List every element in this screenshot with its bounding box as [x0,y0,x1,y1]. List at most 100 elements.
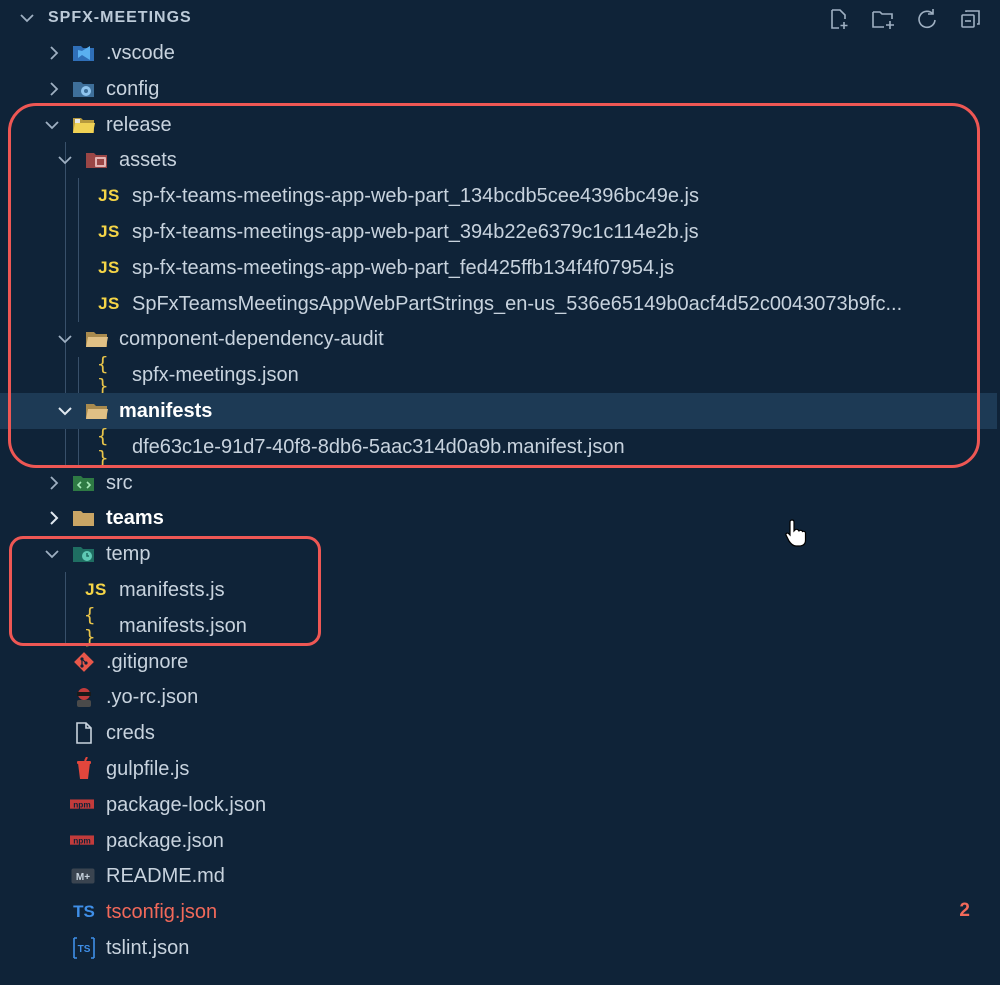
chevron-right-icon [50,475,59,490]
markdown-icon: M+ [71,864,95,888]
tree-item-label: manifests.json [119,614,247,637]
tree-item-label: .vscode [106,42,175,64]
tree-item-src[interactable]: src [0,465,1000,501]
tree-item-label: sp-fx-teams-meetings-app-web-part_134bcd… [132,185,699,208]
tree-item-label: assets [119,149,177,172]
tree-item-js-file[interactable]: JS sp-fx-teams-meetings-app-web-part_394… [0,214,1000,250]
tree-item-json-file[interactable]: { } spfx-meetings.json [0,353,1000,398]
markdown-icon-text: M+ [76,872,90,883]
ts-config-icon: TS [73,902,95,922]
tree-item-label: temp [106,543,151,566]
file-icon [72,721,96,745]
npm-icon: npm [70,829,94,853]
vscode-folder-icon [72,41,96,65]
tree-item-label: spfx-meetings.json [132,364,299,387]
yeoman-icon [72,685,96,709]
tree-item-manifests[interactable]: manifests [0,392,997,429]
tree-item-assets[interactable]: assets [0,142,1000,178]
tree-item-release[interactable]: release [0,107,1000,143]
problem-count-badge: 2 [959,900,970,922]
chevron-down-icon [45,550,59,559]
tree-item-label: SpFxTeamsMeetingsAppWebPartStrings_en-us… [132,292,903,315]
chevron-right-icon [50,82,59,96]
tree-item-gitignore[interactable]: .gitignore [0,644,1000,680]
tree-item-js-file[interactable]: JS sp-fx-teams-meetings-app-web-part_fed… [0,250,1000,286]
folder-icon [85,399,109,423]
tree-item-package-json[interactable]: npm package.json [0,823,1000,859]
tslint-icon: TS [72,936,96,960]
js-file-icon: JS [98,293,120,313]
chevron-right-icon [50,46,59,60]
tree-item-label: src [106,471,133,494]
tree-item-label: gulpfile.js [106,757,190,780]
tree-item-vscode[interactable]: .vscode [0,35,1000,71]
tree-item-label: release [106,113,172,136]
json-file-icon: { } [97,353,108,398]
tree-item-config[interactable]: config [0,71,1000,107]
js-file-icon: JS [98,221,120,241]
json-file-icon: { } [97,424,108,469]
tree-item-label: README.md [106,865,225,888]
tree-item-label: tsconfig.json [106,901,218,924]
tree-item-label: package-lock.json [106,793,267,816]
refresh-icon[interactable] [912,6,942,32]
tree-item-package-lock[interactable]: npm package-lock.json [0,787,1000,823]
tree-item-js-file[interactable]: JS SpFxTeamsMeetingsAppWebPartStrings_en… [0,286,1000,322]
tree-item-label: package.json [106,829,224,852]
tree-item-label: teams [106,507,164,530]
tree-item-json-file[interactable]: { } dfe63c1e-91d7-40f8-8db6-5aac314d0a9b… [0,424,1000,469]
src-folder-icon [72,471,96,495]
config-folder-icon [72,77,96,101]
tree-item-readme[interactable]: M+ README.md [0,858,1000,894]
tree-item-label: manifests [119,399,213,422]
file-tree: .vscode config release assets JS sp-fx-t… [0,35,1000,966]
explorer-header: SPFX-MEETINGS [0,0,1000,36]
npm-icon-text: npm [73,835,91,845]
tree-item-gulpfile[interactable]: gulpfile.js [0,751,1000,787]
release-folder-icon [72,113,96,137]
tree-item-label: creds [106,722,155,745]
npm-icon: npm [70,793,94,817]
collapse-all-icon[interactable] [956,6,986,32]
tree-item-label: .yo-rc.json [106,686,199,709]
tree-item-js-file[interactable]: JS manifests.js [0,572,1000,608]
new-file-icon[interactable] [824,6,854,32]
temp-folder-icon [72,542,96,566]
tree-item-label: config [106,77,160,100]
js-file-icon: JS [98,257,120,277]
gulp-icon [72,756,96,781]
tree-item-tslint[interactable]: TS tslint.json [0,930,1000,966]
git-icon [72,650,96,674]
chevron-right-icon [50,511,59,526]
json-file-icon: { } [84,603,95,648]
folder-icon [85,327,109,351]
assets-folder-icon [85,148,109,172]
chevron-down-icon [58,156,72,165]
tree-item-creds[interactable]: creds [0,715,1000,751]
tree-item-component-dependency-audit[interactable]: component-dependency-audit [0,321,1000,357]
tree-item-yo-rc[interactable]: .yo-rc.json [0,679,1000,715]
tree-item-label: sp-fx-teams-meetings-app-web-part_394b22… [132,220,699,243]
tree-item-label: .gitignore [106,650,189,673]
js-file-icon: JS [98,186,120,206]
tree-item-label: dfe63c1e-91d7-40f8-8db6-5aac314d0a9b.man… [132,435,625,458]
js-file-icon: JS [85,579,107,599]
tree-item-label: tslint.json [106,936,190,959]
chevron-down-icon[interactable] [18,9,36,27]
tree-item-label: component-dependency-audit [119,328,384,351]
hand-cursor-icon [785,519,807,547]
tree-item-json-file[interactable]: { } manifests.json [0,603,1000,648]
tree-item-label: manifests.js [119,578,225,601]
tree-item-tsconfig[interactable]: TS tsconfig.json 2 [0,894,1000,930]
explorer-title: SPFX-MEETINGS [48,9,192,26]
new-folder-icon[interactable] [868,6,898,32]
chevron-down-icon [58,335,72,344]
tree-item-temp[interactable]: temp [0,536,1000,572]
chevron-down-icon [45,120,59,129]
tree-item-teams[interactable]: teams [0,500,1000,536]
folder-icon [72,506,96,530]
tree-item-js-file[interactable]: JS sp-fx-teams-meetings-app-web-part_134… [0,178,1000,214]
chevron-down-icon [58,407,72,416]
tslint-icon-text: TS [78,944,91,955]
npm-icon-text: npm [73,799,91,809]
